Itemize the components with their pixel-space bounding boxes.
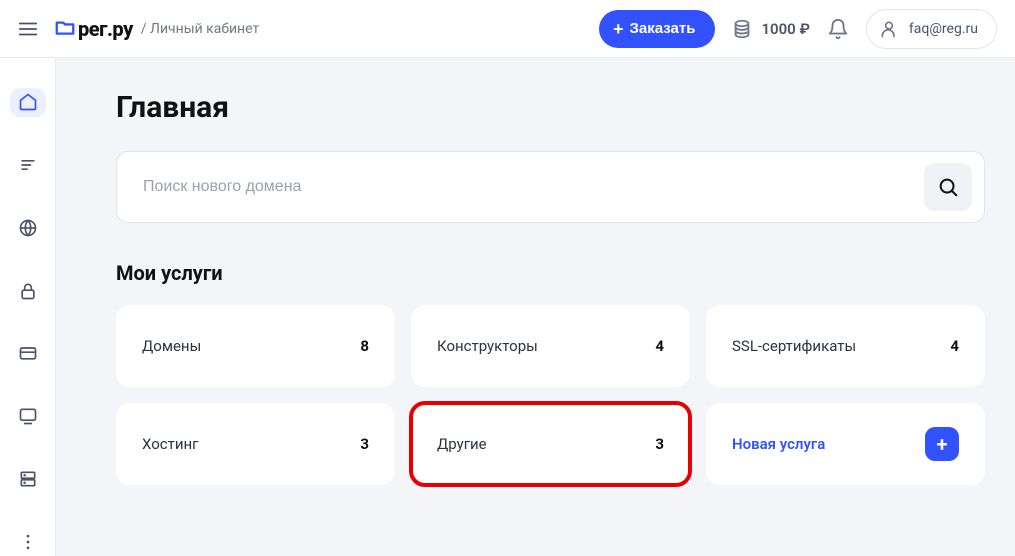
sidebar-item-security[interactable]: [10, 276, 46, 305]
service-card-count: 8: [360, 337, 369, 355]
hamburger-icon: [17, 18, 39, 40]
sidebar-item-more[interactable]: [10, 527, 46, 556]
list-icon: [18, 155, 38, 175]
plus-icon: +: [613, 20, 624, 38]
service-card-count: 4: [950, 337, 959, 355]
service-card-constructors[interactable]: Конструкторы 4: [411, 305, 690, 387]
new-service-label: Новая услуга: [732, 435, 825, 453]
layout: Главная Мои услуги Домены 8 Конструкторы…: [0, 58, 1015, 556]
monitor-icon: [18, 406, 38, 426]
sidebar: [0, 58, 56, 556]
user-email: faq@reg.ru: [909, 21, 978, 37]
service-card-count: 3: [655, 435, 664, 453]
service-card-label: Конструкторы: [437, 337, 538, 355]
service-card-new[interactable]: Новая услуга +: [706, 403, 985, 485]
service-card-label: Хостинг: [142, 435, 198, 453]
services-grid: Домены 8 Конструкторы 4 SSL-сертификаты …: [116, 305, 985, 485]
service-card-count: 4: [655, 337, 664, 355]
plus-icon: +: [925, 427, 959, 461]
breadcrumb: / Личный кабинет: [141, 21, 259, 37]
domain-search-box: [116, 151, 985, 223]
page-title: Главная: [116, 90, 985, 125]
coins-icon: [731, 18, 753, 40]
order-button[interactable]: + Заказать: [599, 10, 715, 48]
service-card-count: 3: [360, 435, 369, 453]
order-button-label: Заказать: [630, 20, 696, 37]
dots-vertical-icon: [18, 532, 38, 552]
lock-icon: [18, 281, 38, 301]
search-icon: [937, 176, 959, 198]
sidebar-item-home[interactable]: [10, 88, 46, 117]
service-card-other[interactable]: Другие 3: [411, 403, 690, 485]
balance-amount: 1000 ₽: [761, 20, 809, 38]
globe-icon: [18, 218, 38, 238]
service-card-label: Другие: [437, 435, 487, 453]
sidebar-item-storage[interactable]: [10, 465, 46, 494]
sidebar-item-globe[interactable]: [10, 214, 46, 243]
search-button[interactable]: [924, 163, 972, 211]
sidebar-item-list[interactable]: [10, 151, 46, 180]
service-card-domains[interactable]: Домены 8: [116, 305, 395, 387]
services-section-title: Мои услуги: [116, 261, 985, 285]
balance[interactable]: 1000 ₽: [731, 18, 809, 40]
logo-text: рег.ру: [78, 17, 133, 41]
main-content: Главная Мои услуги Домены 8 Конструкторы…: [56, 58, 1015, 556]
logo[interactable]: рег.ру: [54, 17, 133, 41]
sidebar-item-servers[interactable]: [10, 402, 46, 431]
header: рег.ру / Личный кабинет + Заказать 1000 …: [0, 0, 1015, 58]
folder-icon: [54, 18, 76, 40]
user-menu[interactable]: faq@reg.ru: [866, 9, 997, 49]
domain-search-input[interactable]: [143, 178, 924, 196]
service-card-ssl[interactable]: SSL-сертификаты 4: [706, 305, 985, 387]
card-icon: [18, 343, 38, 363]
sidebar-item-billing[interactable]: [10, 339, 46, 368]
server-icon: [18, 469, 38, 489]
service-card-label: SSL-сертификаты: [732, 337, 856, 355]
bell-icon: [827, 18, 849, 40]
notifications-button[interactable]: [820, 11, 856, 47]
service-card-hosting[interactable]: Хостинг 3: [116, 403, 395, 485]
home-icon: [18, 92, 38, 112]
service-card-label: Домены: [142, 337, 201, 355]
hamburger-menu-button[interactable]: [10, 11, 46, 47]
user-icon: [879, 19, 899, 39]
